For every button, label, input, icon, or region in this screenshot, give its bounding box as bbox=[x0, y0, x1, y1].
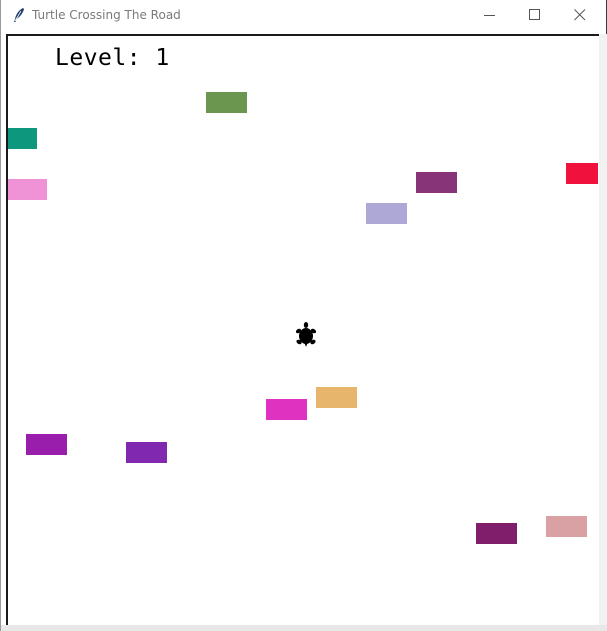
maximize-button[interactable] bbox=[512, 0, 558, 31]
feather-icon bbox=[14, 8, 24, 22]
minimize-button[interactable] bbox=[467, 0, 513, 31]
car bbox=[266, 399, 307, 420]
car bbox=[546, 516, 587, 537]
app-window: Turtle Crossing The Road Level: 1 bbox=[0, 0, 607, 631]
maximize-icon bbox=[529, 9, 540, 20]
window-bottom-border bbox=[1, 625, 607, 631]
minimize-icon bbox=[484, 15, 495, 16]
car bbox=[8, 179, 47, 200]
window-title: Turtle Crossing The Road bbox=[32, 8, 181, 22]
car bbox=[8, 128, 37, 149]
turtle-icon bbox=[295, 322, 317, 347]
close-icon bbox=[574, 9, 586, 21]
canvas-edge bbox=[599, 34, 607, 625]
car bbox=[26, 434, 67, 455]
level-indicator: Level: 1 bbox=[55, 45, 170, 71]
car bbox=[366, 203, 407, 224]
close-button[interactable] bbox=[557, 0, 603, 31]
title-bar[interactable]: Turtle Crossing The Road bbox=[1, 0, 606, 31]
game-canvas[interactable]: Level: 1 bbox=[8, 36, 598, 625]
car bbox=[126, 442, 167, 463]
car bbox=[416, 172, 457, 193]
car bbox=[476, 523, 517, 544]
car bbox=[566, 163, 598, 184]
car bbox=[316, 387, 357, 408]
car bbox=[206, 92, 247, 113]
